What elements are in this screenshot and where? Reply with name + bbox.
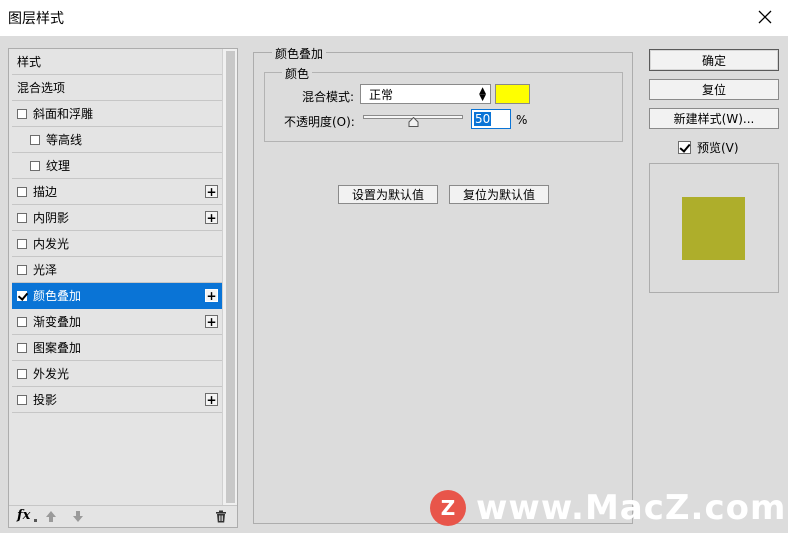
style-checkbox[interactable] — [17, 368, 27, 379]
style-item-pattern-overlay[interactable]: 图案叠加 — [12, 335, 222, 361]
watermark-logo: Z — [430, 490, 466, 526]
color-overlay-panel: 颜色叠加 颜色 混合模式: 正常 ▲ ▼ 不透明度(O): 50 % 设置为默认值… — [253, 45, 633, 524]
reset-default-label: 复位为默认值 — [462, 188, 535, 202]
preview-label: 预览(V) — [697, 141, 739, 155]
opacity-slider-thumb[interactable] — [408, 117, 419, 127]
scrollbar-thumb[interactable] — [226, 51, 235, 503]
arrow-down-icon[interactable] — [72, 510, 84, 523]
blend-mode-value: 正常 — [369, 87, 394, 102]
style-item-label: 图案叠加 — [33, 341, 82, 355]
style-checkbox[interactable] — [17, 186, 27, 197]
add-effect-plus-icon[interactable]: + — [205, 185, 218, 198]
opacity-value: 50 — [474, 112, 492, 126]
reset-label: 复位 — [701, 83, 726, 97]
style-checkbox[interactable] — [30, 160, 40, 171]
ok-button[interactable]: 确定 — [649, 49, 779, 71]
style-item-label: 投影 — [33, 393, 58, 407]
group-title: 颜色 — [282, 65, 313, 82]
style-checkbox[interactable] — [17, 108, 27, 119]
style-item-label: 描边 — [33, 185, 58, 199]
style-item-styles[interactable]: 样式 — [12, 49, 222, 75]
opacity-unit: % — [516, 113, 528, 127]
style-item-label: 纹理 — [46, 159, 71, 173]
style-item-label: 光泽 — [33, 263, 58, 277]
set-default-label: 设置为默认值 — [351, 188, 424, 202]
style-checkbox[interactable] — [17, 212, 27, 223]
style-item-contour[interactable]: 等高线 — [12, 127, 222, 153]
fx-icon[interactable]: fx — [17, 508, 30, 523]
fx-dropdown-dot — [34, 519, 37, 522]
select-updown-icon: ▲ ▼ — [479, 86, 486, 103]
reset-button[interactable]: 复位 — [649, 79, 779, 100]
style-item-inner-glow[interactable]: 内发光 — [12, 231, 222, 257]
new-style-button[interactable]: 新建样式(W)... — [649, 108, 779, 129]
close-button[interactable] — [742, 0, 788, 33]
style-item-texture[interactable]: 纹理 — [12, 153, 222, 179]
style-item-blending-options[interactable]: 混合选项 — [12, 75, 222, 101]
preview-swatch — [682, 197, 745, 260]
style-checkbox[interactable] — [17, 342, 27, 353]
watermark-text: www.MacZ.com — [476, 488, 787, 528]
add-effect-plus-icon[interactable]: + — [205, 315, 218, 328]
style-checkbox[interactable] — [17, 316, 27, 327]
trash-icon[interactable] — [215, 510, 227, 523]
style-item-stroke[interactable]: 描边 + — [12, 179, 222, 205]
style-item-label: 内发光 — [33, 237, 70, 251]
style-list-scrollbar[interactable] — [222, 49, 237, 507]
style-item-gradient-overlay[interactable]: 渐变叠加 + — [12, 309, 222, 335]
preview-thumbnail — [649, 163, 779, 293]
title-bar: 图层样式 — [0, 0, 788, 36]
style-item-outer-glow[interactable]: 外发光 — [12, 361, 222, 387]
new-style-label: 新建样式(W)... — [673, 112, 755, 126]
style-item-label: 样式 — [17, 55, 42, 69]
style-checkbox[interactable] — [17, 238, 27, 249]
style-item-label: 渐变叠加 — [33, 315, 82, 329]
preview-checkbox[interactable] — [678, 141, 691, 154]
add-effect-plus-icon[interactable]: + — [205, 211, 218, 224]
style-item-drop-shadow[interactable]: 投影 + — [12, 387, 222, 413]
dialog-body: 样式 混合选项 斜面和浮雕 等高线 纹理 描边 + 内阴影 + 内发光 光泽 颜色叠加 + 渐变叠加 + 图案… — [0, 36, 788, 533]
watermark: Z www.MacZ.com — [430, 488, 786, 528]
style-list-footer: fx — [9, 505, 237, 527]
blend-mode-select[interactable]: 正常 ▲ ▼ — [360, 84, 491, 104]
arrow-up-icon[interactable] — [45, 510, 57, 523]
style-item-color-overlay[interactable]: 颜色叠加 + — [12, 283, 222, 309]
style-checkbox[interactable] — [17, 290, 27, 301]
opacity-input[interactable]: 50 — [471, 109, 511, 129]
style-item-label: 混合选项 — [17, 81, 66, 95]
blend-mode-label: 混合模式: — [302, 90, 355, 104]
overlay-color-swatch[interactable] — [495, 84, 530, 104]
color-group: 颜色 混合模式: 正常 ▲ ▼ 不透明度(O): 50 % — [264, 65, 623, 142]
style-item-bevel-emboss[interactable]: 斜面和浮雕 — [12, 101, 222, 127]
add-effect-plus-icon[interactable]: + — [205, 289, 218, 302]
add-effect-plus-icon[interactable]: + — [205, 393, 218, 406]
window-title: 图层样式 — [8, 11, 64, 27]
style-item-label: 等高线 — [46, 133, 83, 147]
opacity-label: 不透明度(O): — [284, 115, 355, 129]
style-list-panel: 样式混合选项斜面和浮雕等高线纹理描边 + 内阴影 + 内发光光泽颜色叠加 + 渐变叠加 + 图案… — [8, 48, 238, 528]
close-icon — [758, 10, 772, 23]
set-default-button[interactable]: 设置为默认值 — [338, 185, 438, 204]
style-checkbox[interactable] — [17, 394, 27, 405]
style-item-label: 外发光 — [33, 367, 70, 381]
reset-default-button[interactable]: 复位为默认值 — [449, 185, 549, 204]
style-checkbox[interactable] — [17, 264, 27, 275]
style-item-satin[interactable]: 光泽 — [12, 257, 222, 283]
preview-checkbox-row[interactable]: 预览(V) — [678, 139, 739, 156]
ok-label: 确定 — [701, 53, 726, 68]
style-item-inner-shadow[interactable]: 内阴影 + — [12, 205, 222, 231]
style-item-label: 内阴影 — [33, 211, 70, 225]
style-item-label: 颜色叠加 — [33, 289, 82, 303]
section-title: 颜色叠加 — [272, 45, 327, 62]
style-checkbox[interactable] — [30, 134, 40, 145]
style-item-label: 斜面和浮雕 — [33, 107, 94, 121]
